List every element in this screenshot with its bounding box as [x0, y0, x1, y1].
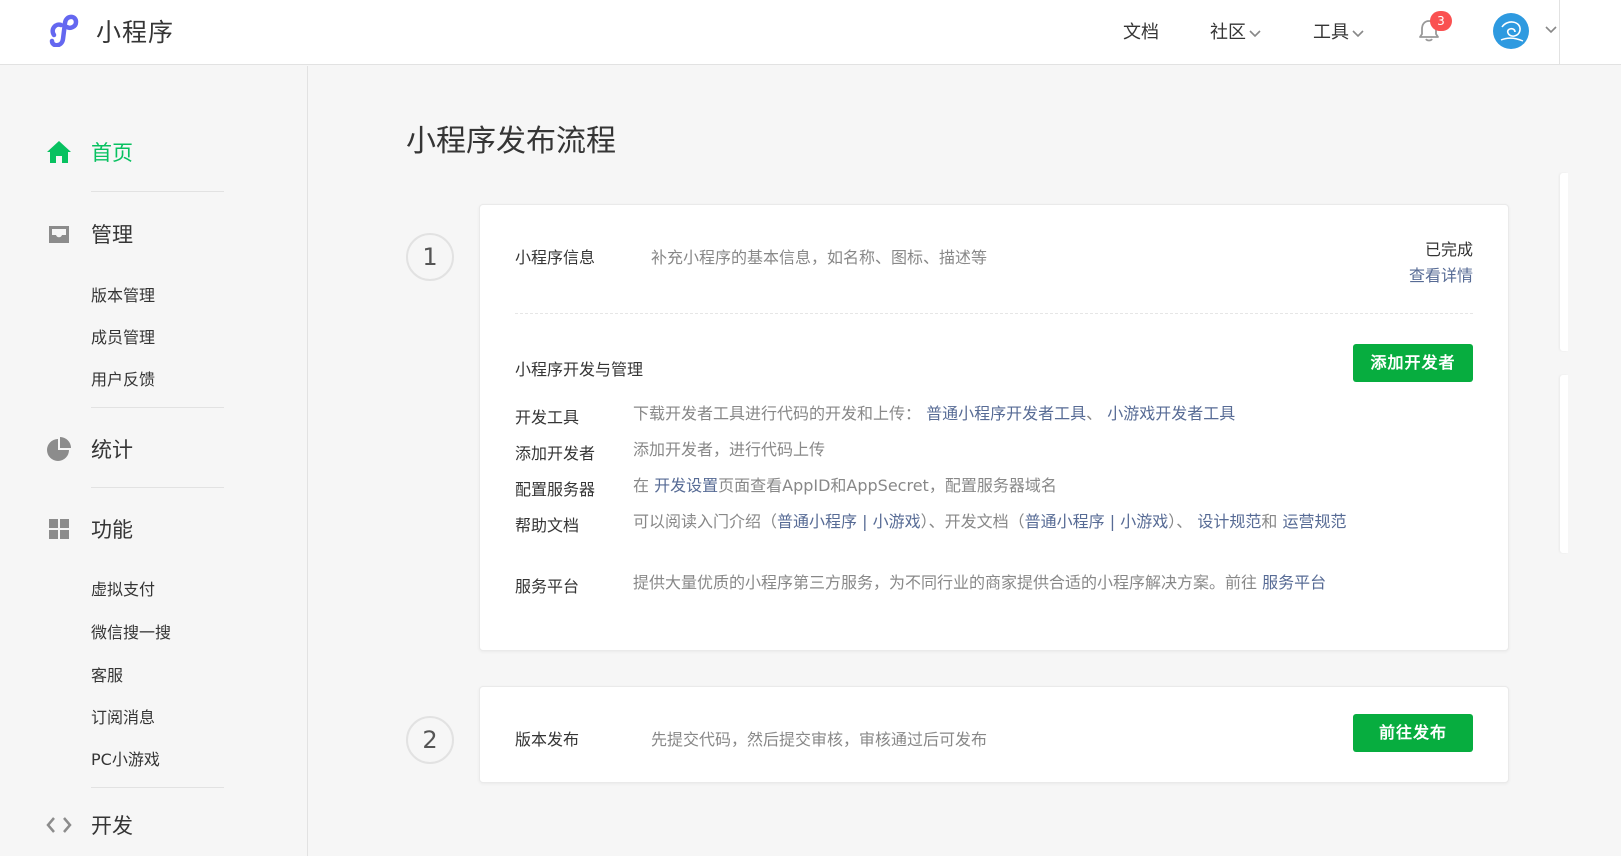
row-text: 在	[633, 476, 650, 495]
row-text: 下载开发者工具进行代码的开发和上传：	[633, 404, 922, 423]
design-spec-link[interactable]: 设计规范	[1197, 512, 1261, 531]
service-platform-link[interactable]: 服务平台	[1262, 573, 1326, 592]
home-icon	[47, 141, 71, 163]
sidebar-item-label: 统计	[91, 438, 133, 462]
sidebar-sub-subscribe-msg[interactable]: 订阅消息	[91, 704, 155, 728]
add-developer-button[interactable]: 添加开发者	[1353, 344, 1473, 382]
info-desc: 补充小程序的基本信息，如名称、图标、描述等	[651, 248, 988, 267]
row-text: ）、	[1168, 512, 1193, 531]
view-details-link[interactable]: 查看详情	[1409, 262, 1473, 286]
sidebar-sub-pc-games[interactable]: PC小游戏	[91, 746, 160, 770]
section-divider	[515, 313, 1473, 314]
row-text: ）、开发文档（	[920, 512, 1025, 531]
sidebar: 首页 管理 版本管理 成员管理 用户反馈 统计 功能 虚拟支付 微信搜一搜 客服…	[0, 66, 308, 856]
brand-title[interactable]: 小程序	[96, 13, 174, 49]
row-label-tools: 开发工具	[515, 408, 580, 427]
sidebar-item-dev[interactable]: 开发	[46, 812, 133, 838]
go-publish-button[interactable]: 前往发布	[1353, 714, 1473, 752]
sidebar-item-label: 管理	[91, 223, 133, 247]
nav-tools[interactable]: 工具	[1313, 18, 1365, 44]
row-text: 提供大量优质的小程序第三方服务，为不同行业的商家提供合适的小程序解决方案。前往	[633, 573, 1258, 592]
sidebar-item-home[interactable]: 首页	[46, 139, 133, 165]
chevron-down-icon	[1352, 30, 1364, 38]
sidebar-sub-version[interactable]: 版本管理	[91, 282, 155, 306]
step-number: 2	[406, 716, 454, 764]
docs-normal-link[interactable]: 普通小程序	[1025, 512, 1105, 531]
row-label-add-dev: 添加开发者	[515, 444, 596, 463]
floating-side-tab[interactable]	[1560, 173, 1568, 351]
separator: 、	[1086, 404, 1103, 423]
sidebar-sub-virtual-pay[interactable]: 虚拟支付	[91, 576, 155, 600]
sidebar-sub-members[interactable]: 成员管理	[91, 324, 155, 348]
sidebar-divider	[91, 191, 224, 192]
sidebar-divider	[91, 787, 224, 788]
sidebar-item-label: 首页	[91, 141, 133, 165]
account-menu-chevron-icon[interactable]	[1544, 24, 1558, 34]
row-text-server: 在 开发设置页面查看AppID和AppSecret，配置服务器域名	[633, 473, 1358, 499]
game-devtools-link[interactable]: 小游戏开发者工具	[1107, 404, 1235, 423]
nav-community[interactable]: 社区	[1210, 18, 1262, 44]
row-text: 和	[1261, 512, 1278, 531]
dev-manage-label: 小程序开发与管理	[515, 360, 644, 379]
row-text-service: 提供大量优质的小程序第三方服务，为不同行业的商家提供合适的小程序解决方案。前往 …	[633, 570, 1358, 596]
sidebar-sub-feedback[interactable]: 用户反馈	[91, 366, 155, 390]
separator: |	[857, 512, 873, 531]
sidebar-item-label: 开发	[91, 814, 133, 838]
docs-game-link[interactable]: 小游戏	[1120, 512, 1168, 531]
step2-card: 版本发布 先提交代码，然后提交审核，审核通过后可发布 前往发布	[479, 686, 1509, 783]
row-text-tools: 下载开发者工具进行代码的开发和上传： 普通小程序开发者工具、 小游戏开发者工具	[633, 401, 1358, 427]
nav-docs-label: 文档	[1123, 22, 1159, 43]
row-text: 可以阅读入门介绍（	[633, 512, 778, 531]
intro-game-link[interactable]: 小游戏	[873, 512, 921, 531]
notification-badge: 3	[1430, 11, 1452, 31]
nav-tools-label: 工具	[1313, 22, 1349, 43]
info-label: 小程序信息	[515, 248, 596, 267]
mini-program-logo-icon[interactable]	[48, 11, 86, 47]
inbox-icon	[49, 226, 69, 243]
dev-settings-link[interactable]: 开发设置	[654, 476, 718, 495]
sidebar-sub-wechat-search[interactable]: 微信搜一搜	[91, 619, 171, 643]
grid-icon	[49, 519, 69, 539]
status-text: 已完成	[1424, 240, 1473, 259]
row-label-service: 服务平台	[515, 577, 580, 596]
sidebar-divider	[91, 487, 224, 488]
row-text-add-dev: 添加开发者，进行代码上传	[633, 440, 826, 459]
nav-community-label: 社区	[1210, 22, 1246, 43]
sidebar-item-features[interactable]: 功能	[46, 516, 133, 542]
separator: |	[1104, 512, 1121, 531]
pie-chart-icon	[47, 437, 71, 461]
chevron-down-icon	[1249, 30, 1261, 38]
code-icon	[46, 817, 72, 833]
publish-label: 版本发布	[515, 730, 580, 749]
normal-devtools-link[interactable]: 普通小程序开发者工具	[926, 404, 1086, 423]
intro-normal-link[interactable]: 普通小程序	[777, 512, 857, 531]
row-text: 页面查看AppID和AppSecret，配置服务器域名	[718, 476, 1057, 495]
step-number: 1	[406, 233, 454, 281]
row-label-help: 帮助文档	[515, 516, 580, 535]
sidebar-item-stats[interactable]: 统计	[46, 436, 133, 462]
publish-desc: 先提交代码，然后提交审核，审核通过后可发布	[651, 730, 988, 749]
sidebar-sub-customer-service[interactable]: 客服	[91, 662, 123, 686]
floating-side-tab[interactable]	[1560, 375, 1568, 553]
row-label-server: 配置服务器	[515, 480, 596, 499]
header-edge-divider	[1559, 0, 1560, 65]
sidebar-item-label: 功能	[91, 518, 133, 542]
sidebar-divider	[91, 407, 224, 408]
nav-docs[interactable]: 文档	[1123, 18, 1159, 44]
page-title: 小程序发布流程	[406, 124, 616, 159]
step1-card: 小程序信息 补充小程序的基本信息，如名称、图标、描述等 已完成 查看详情 小程序…	[479, 204, 1509, 651]
avatar-image-icon	[1500, 21, 1524, 42]
ops-spec-link[interactable]: 运营规范	[1282, 512, 1346, 531]
top-bar: 小程序 文档 社区 工具 3	[0, 0, 1621, 65]
avatar[interactable]	[1493, 13, 1529, 49]
row-text-help: 可以阅读入门介绍（普通小程序 | 小游戏）、开发文档（普通小程序 | 小游戏）、…	[633, 509, 1358, 535]
sidebar-item-manage[interactable]: 管理	[46, 221, 133, 247]
